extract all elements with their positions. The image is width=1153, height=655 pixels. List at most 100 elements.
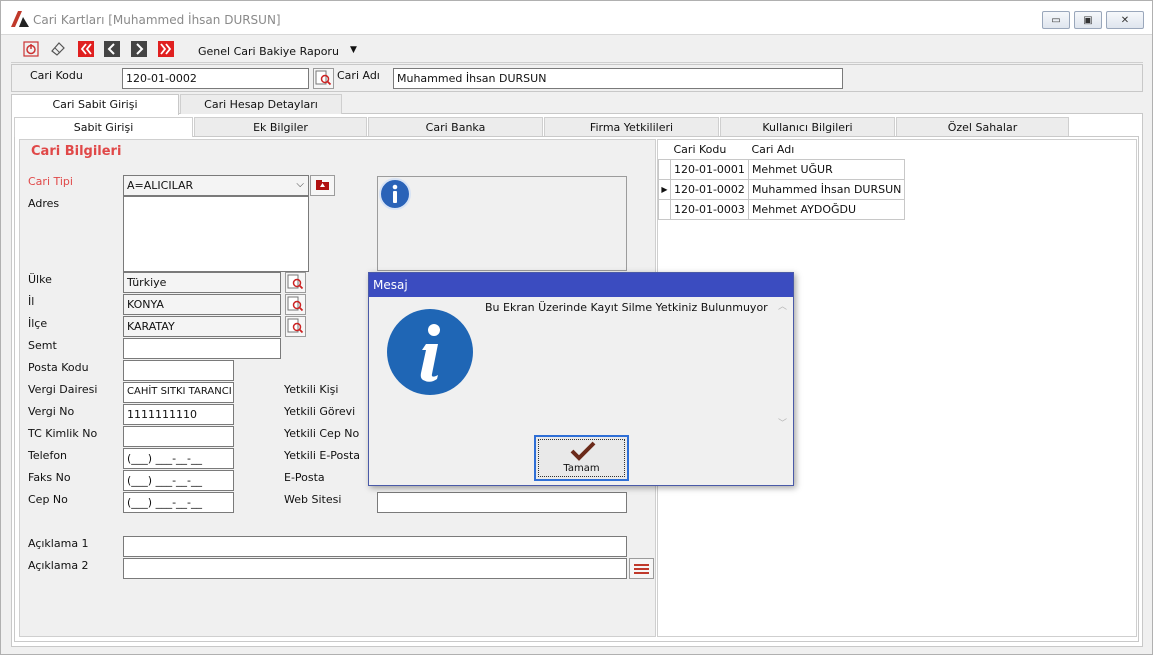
cari-kodu-input[interactable]: 120-01-0002 bbox=[122, 68, 309, 89]
folder-button[interactable] bbox=[310, 175, 335, 196]
row-indicator bbox=[658, 158, 671, 180]
adres-label: Adres bbox=[28, 197, 60, 210]
row-cari-kodu[interactable]: 120-01-0002 bbox=[670, 178, 749, 200]
cari-tipi-select[interactable]: A=ALICILAR ⌵ bbox=[123, 175, 309, 196]
adres-textarea[interactable] bbox=[123, 196, 309, 272]
previous-record-icon[interactable] bbox=[104, 41, 120, 57]
table-row[interactable]: ▶ 120-01-0002 Muhammed İhsan DURSUN bbox=[658, 178, 906, 200]
web-sitesi-label: Web Sitesi bbox=[284, 493, 342, 506]
scroll-down-icon[interactable]: ﹀ bbox=[778, 416, 787, 429]
search-code-button[interactable] bbox=[313, 68, 334, 89]
minimize-button[interactable]: ▭ bbox=[1042, 11, 1070, 29]
cari-kodu-label: Cari Kodu bbox=[30, 69, 83, 82]
cari-tipi-value: A=ALICILAR bbox=[127, 179, 194, 192]
eraser-icon[interactable] bbox=[50, 41, 66, 57]
next-record-icon[interactable] bbox=[131, 41, 147, 57]
ok-button[interactable]: Tamam bbox=[534, 435, 629, 481]
tab-kullanici-bilgileri[interactable]: Kullanıcı Bilgileri bbox=[720, 117, 895, 136]
vergi-no-label: Vergi No bbox=[28, 405, 75, 418]
row-cari-kodu[interactable]: 120-01-0003 bbox=[670, 198, 749, 220]
info-panel bbox=[377, 176, 627, 271]
vergi-dairesi-label: Vergi Dairesi bbox=[28, 383, 98, 396]
telefon-input[interactable]: (___) ___-__-__ bbox=[123, 448, 234, 469]
il-search-button[interactable] bbox=[285, 294, 306, 315]
cari-adi-input[interactable]: Muhammed İhsan DURSUN bbox=[393, 68, 843, 89]
tab-cari-banka[interactable]: Cari Banka bbox=[368, 117, 543, 136]
ulke-input[interactable]: Türkiye bbox=[123, 272, 281, 293]
row-cari-adi[interactable]: Muhammed İhsan DURSUN bbox=[747, 178, 906, 200]
vergi-dairesi-input[interactable]: CAHİT SITKI TARANCI bbox=[123, 382, 234, 403]
tc-kimlik-input[interactable] bbox=[123, 426, 234, 447]
table-row[interactable]: 120-01-0003 Mehmet AYDOĞDU bbox=[658, 198, 906, 220]
tc-kimlik-label: TC Kimlik No bbox=[28, 427, 98, 440]
magnifier-icon bbox=[287, 318, 304, 334]
table-header-cari-adi[interactable]: Cari Adı bbox=[748, 140, 905, 159]
posta-kodu-input[interactable] bbox=[123, 360, 234, 381]
chevron-down-icon[interactable]: ▼ bbox=[350, 45, 357, 55]
tab-cari-hesap-detaylari[interactable]: Cari Hesap Detayları bbox=[180, 94, 342, 114]
aciklama-menu-button[interactable] bbox=[629, 558, 654, 579]
checkmark-icon bbox=[570, 441, 596, 461]
title-bar: Cari Kartları [Muhammed İhsan DURSUN] ▭ … bbox=[1, 1, 1152, 35]
tab-cari-sabit-girisi[interactable]: Cari Sabit Girişi bbox=[11, 94, 179, 115]
yetkili-gorevi-label: Yetkili Görevi bbox=[284, 405, 356, 418]
toolbar: Genel Cari Bakiye Raporu ▼ bbox=[11, 37, 1143, 63]
web-sitesi-input[interactable] bbox=[377, 492, 627, 513]
dialog-scrollbar[interactable]: ︿ ﹀ bbox=[776, 299, 791, 429]
message-dialog: Mesaj Bu Ekran Üzerinde Kayıt Silme Yetk… bbox=[368, 272, 794, 486]
row-cari-adi[interactable]: Mehmet UĞUR bbox=[747, 158, 906, 180]
info-icon bbox=[387, 309, 473, 395]
il-label: İl bbox=[28, 295, 35, 308]
tab-firma-yetkilileri[interactable]: Firma Yetkilileri bbox=[544, 117, 719, 136]
vergi-no-input[interactable]: 1111111110 bbox=[123, 404, 234, 425]
hamburger-menu-icon bbox=[634, 564, 649, 574]
cep-label: Cep No bbox=[28, 493, 68, 506]
tab-sabit-girisi[interactable]: Sabit Girişi bbox=[14, 117, 193, 137]
magnifier-icon bbox=[287, 296, 304, 312]
magnifier-icon bbox=[287, 274, 304, 290]
scroll-up-icon[interactable]: ︿ bbox=[778, 299, 787, 312]
aciklama2-label: Açıklama 2 bbox=[28, 559, 89, 572]
power-icon[interactable] bbox=[23, 41, 39, 57]
semt-label: Semt bbox=[28, 339, 57, 352]
table-header-cari-kodu[interactable]: Cari Kodu bbox=[670, 140, 749, 159]
section-title: Cari Bilgileri bbox=[31, 144, 122, 159]
current-row-indicator: ▶ bbox=[658, 178, 671, 200]
faks-label: Faks No bbox=[28, 471, 71, 484]
row-indicator bbox=[658, 198, 671, 220]
ilce-search-button[interactable] bbox=[285, 316, 306, 337]
ilce-input[interactable]: KARATAY bbox=[123, 316, 281, 337]
first-record-icon[interactable] bbox=[78, 41, 94, 57]
cari-tipi-label: Cari Tipi bbox=[28, 175, 73, 188]
tab-ek-bilgiler[interactable]: Ek Bilgiler bbox=[194, 117, 367, 136]
table-header-row: Cari Kodu Cari Adı bbox=[658, 140, 905, 159]
semt-input[interactable] bbox=[123, 338, 281, 359]
aciklama2-input[interactable] bbox=[123, 558, 627, 579]
close-button[interactable]: ✕ bbox=[1106, 11, 1144, 29]
eposta-label: E-Posta bbox=[284, 471, 325, 484]
faks-input[interactable]: (___) ___-__-__ bbox=[123, 470, 234, 491]
info-icon bbox=[379, 178, 411, 210]
cari-list-table: Cari Kodu Cari Adı 120-01-0001 Mehmet UĞ… bbox=[658, 140, 906, 220]
cep-input[interactable]: (___) ___-__-__ bbox=[123, 492, 234, 513]
row-cari-kodu[interactable]: 120-01-0001 bbox=[670, 158, 749, 180]
yetkili-cep-label: Yetkili Cep No bbox=[284, 427, 360, 440]
aciklama1-label: Açıklama 1 bbox=[28, 537, 89, 550]
table-row[interactable]: 120-01-0001 Mehmet UĞUR bbox=[658, 158, 906, 180]
ok-button-label: Tamam bbox=[563, 463, 600, 474]
dialog-message: Bu Ekran Üzerinde Kayıt Silme Yetkiniz B… bbox=[485, 301, 768, 314]
ulke-search-button[interactable] bbox=[285, 272, 306, 293]
tab-ozel-sahalar[interactable]: Özel Sahalar bbox=[896, 117, 1069, 136]
app-window: Cari Kartları [Muhammed İhsan DURSUN] ▭ … bbox=[0, 0, 1153, 655]
magnifier-icon bbox=[315, 70, 332, 86]
posta-kodu-label: Posta Kodu bbox=[28, 361, 89, 374]
il-input[interactable]: KONYA bbox=[123, 294, 281, 315]
report-menu-button[interactable]: Genel Cari Bakiye Raporu bbox=[198, 45, 339, 58]
ilce-label: İlçe bbox=[28, 317, 48, 330]
row-cari-adi[interactable]: Mehmet AYDOĞDU bbox=[747, 198, 906, 220]
restore-button[interactable]: ▣ bbox=[1074, 11, 1102, 29]
last-record-icon[interactable] bbox=[158, 41, 174, 57]
window-title: Cari Kartları [Muhammed İhsan DURSUN] bbox=[33, 13, 281, 27]
telefon-label: Telefon bbox=[28, 449, 68, 462]
aciklama1-input[interactable] bbox=[123, 536, 627, 557]
